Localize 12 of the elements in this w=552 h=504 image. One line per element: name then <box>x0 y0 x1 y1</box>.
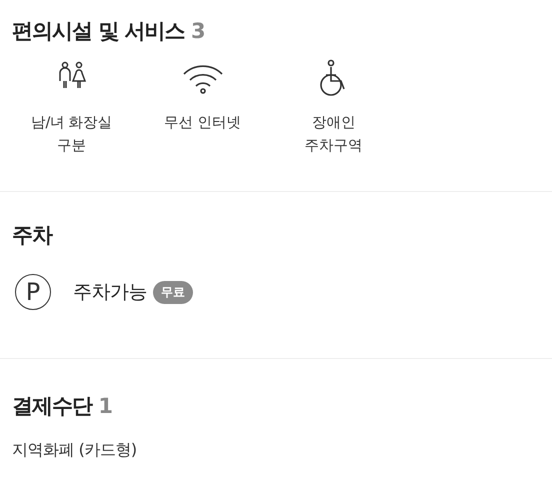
section-title: 결제수단 <box>12 394 92 418</box>
count: 3 <box>190 19 205 43</box>
facility-label: 무선 인터넷 <box>164 114 241 133</box>
parking-icon: P <box>15 274 51 310</box>
section-title: 편의시설 및 서비스 <box>12 19 185 43</box>
facility-label: 장애인 주차구역 <box>304 114 362 156</box>
count: 1 <box>98 394 112 418</box>
payment-method: 지역화폐 (카드형) <box>12 440 138 461</box>
section-title: 주차 <box>12 223 52 247</box>
facility-label: 남/녀 화장실 구분 <box>31 114 112 156</box>
free-badge: 무료 <box>153 280 193 304</box>
parking-status: 주차가능 <box>73 280 147 305</box>
